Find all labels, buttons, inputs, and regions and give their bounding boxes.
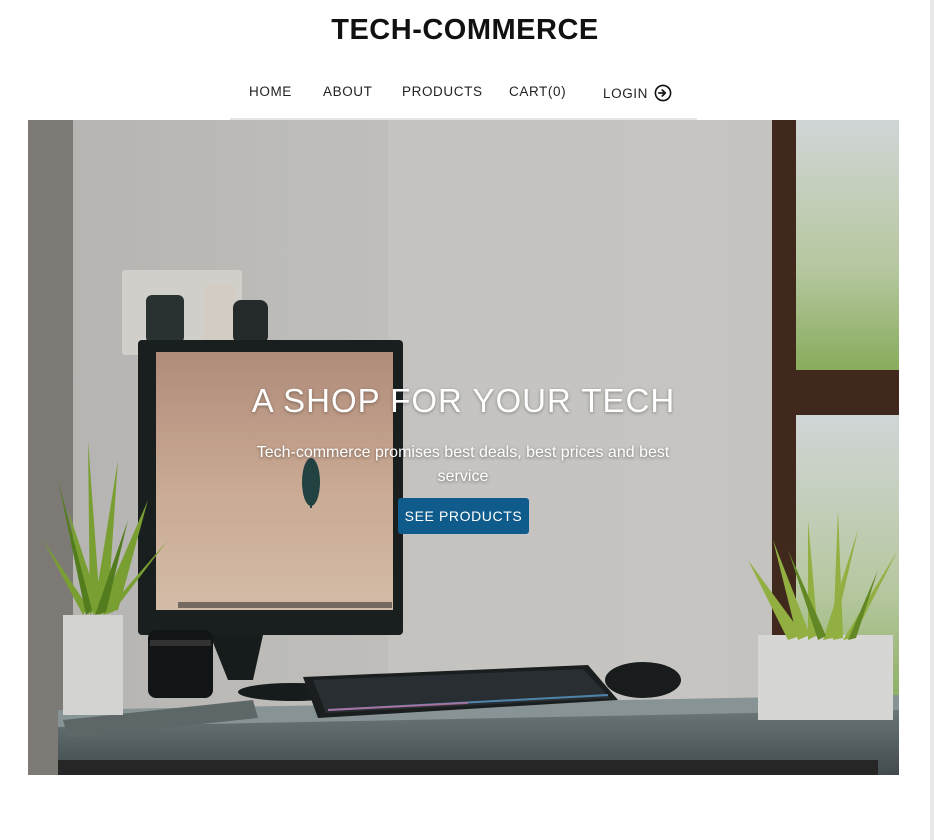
nav-cart-link[interactable]: CART(0) (509, 84, 566, 99)
hero-subtext: Tech-commerce promises best deals, best … (256, 444, 670, 485)
login-arrow-icon (654, 84, 672, 102)
nav-login-label: LOGIN (603, 85, 649, 101)
nav-about-link[interactable]: ABOUT (323, 84, 373, 99)
see-products-button[interactable]: SEE PRODUCTS (398, 498, 529, 534)
nav-home-link[interactable]: HOME (249, 84, 292, 99)
nav-login-link[interactable]: LOGIN (603, 84, 672, 102)
main-navbar: HOME ABOUT PRODUCTS CART(0) LOGIN (230, 70, 697, 120)
site-title: TECH-COMMERCE (331, 14, 599, 46)
page-scrollbar-edge (930, 0, 934, 840)
hero-heading: A SHOP FOR YOUR TECH (251, 382, 676, 420)
nav-products-link[interactable]: PRODUCTS (402, 84, 483, 99)
hero-banner: A SHOP FOR YOUR TECH Tech-commerce promi… (28, 120, 899, 775)
